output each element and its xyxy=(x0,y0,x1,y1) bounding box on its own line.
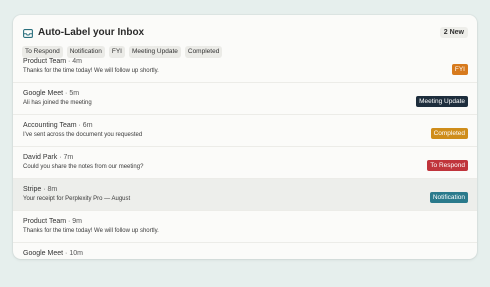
email-row-selected[interactable]: Stripe · 8m Your receipt for Perplexity … xyxy=(13,179,477,211)
email-preview: Your receipt for Perplexity Pro — August xyxy=(23,196,131,202)
email-row[interactable]: Product Team · 9m Thanks for the time to… xyxy=(13,211,477,243)
mail-icon xyxy=(23,29,33,38)
email-label-meeting-update: Meeting Update xyxy=(416,96,468,107)
email-row[interactable]: Product Team · 4m Thanks for the time to… xyxy=(13,51,477,83)
email-time: · 5m xyxy=(65,90,80,97)
inbox-card: Auto-Label your Inbox 2 New To Respond N… xyxy=(13,15,477,259)
email-preview: Thanks for the time today! We will follo… xyxy=(23,68,159,74)
email-label-completed: Completed xyxy=(430,128,468,139)
email-label-fyi: FYI xyxy=(451,64,468,75)
page-title: Auto-Label your Inbox xyxy=(38,27,145,38)
email-preview: I've sent across the document you reques… xyxy=(23,132,143,138)
email-sender: Google Meet xyxy=(23,90,64,97)
email-sender: David Park xyxy=(23,154,58,161)
email-row[interactable]: David Park · 7m Could you share the note… xyxy=(13,147,477,179)
email-sender: Stripe xyxy=(23,186,42,193)
new-count-badge: 2 New xyxy=(439,27,468,38)
email-time: · 9m xyxy=(68,218,83,225)
email-label-to-respond: To Respond xyxy=(427,160,468,171)
email-time: · 8m xyxy=(43,186,58,193)
email-time: · 10m xyxy=(65,250,83,257)
email-sender: Product Team xyxy=(23,58,67,65)
email-row[interactable]: Google Meet · 10m xyxy=(13,243,477,259)
email-preview: Thanks for the time today! We will follo… xyxy=(23,228,159,234)
email-row[interactable]: Google Meet · 5m Ali has joined the meet… xyxy=(13,83,477,115)
email-sender: Google Meet xyxy=(23,250,64,257)
email-preview: Ali has joined the meeting xyxy=(23,100,92,106)
email-time: · 6m xyxy=(78,122,93,129)
email-sender: Accounting Team xyxy=(23,122,77,129)
email-time: · 4m xyxy=(68,58,83,65)
email-time: · 7m xyxy=(59,154,74,161)
email-sender: Product Team xyxy=(23,218,67,225)
email-preview: Could you share the notes from our meeti… xyxy=(23,164,144,170)
email-row[interactable]: Accounting Team · 6m I've sent across th… xyxy=(13,115,477,147)
email-label-notification: Notification xyxy=(429,192,468,203)
